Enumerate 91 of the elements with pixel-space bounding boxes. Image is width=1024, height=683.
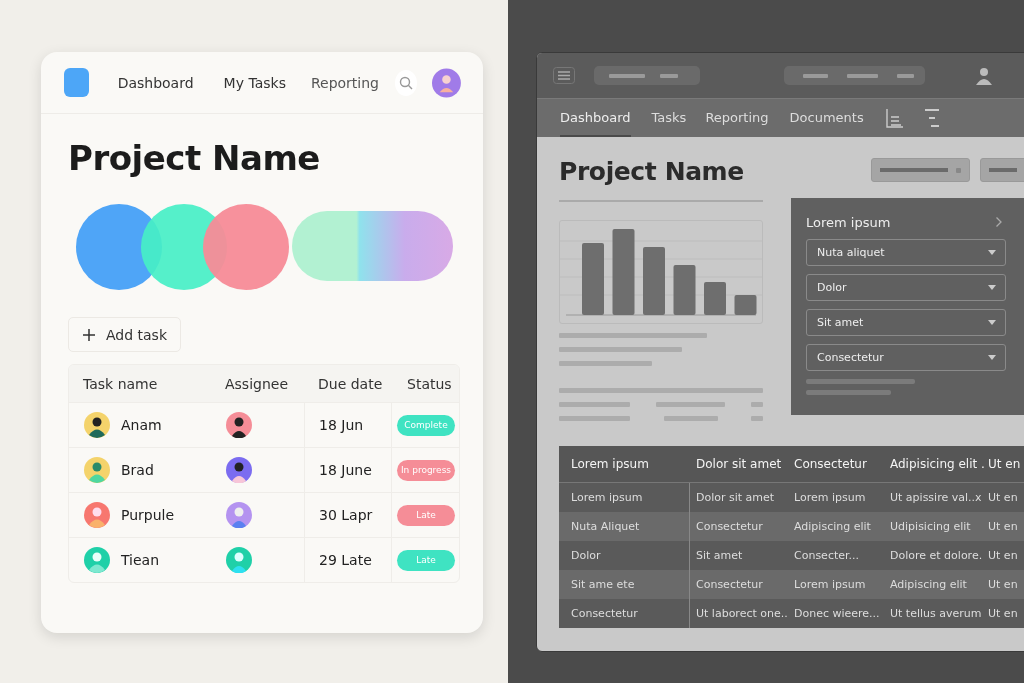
avatar-icon <box>84 457 110 483</box>
chart-bar <box>643 247 665 315</box>
table-cell-text: Sit ame ete <box>570 577 636 593</box>
caret-icon <box>988 320 996 325</box>
task-name: Tiean <box>121 552 160 568</box>
avatar-icon <box>226 502 252 528</box>
task-name: Purpule <box>121 507 175 523</box>
nav-link[interactable]: Dashboard <box>117 74 194 91</box>
text-placeholder <box>559 416 630 421</box>
due-date: 18 Jun <box>319 417 364 433</box>
dropdown[interactable]: Consectetur <box>806 344 1006 371</box>
logo-icon <box>64 68 89 97</box>
placeholder-button[interactable] <box>980 158 1024 182</box>
table-cell-text: Ut tellus averum <box>889 606 983 622</box>
table-cell-text: Consecter... <box>793 548 860 564</box>
table-cell-text: Lorem ipsum <box>793 490 867 506</box>
table-cell-text: Ut en <box>988 519 1019 535</box>
chevron-right-icon[interactable] <box>995 216 1003 228</box>
table-cell-text: Udipisicing elit <box>889 519 972 535</box>
table-cell-text: Ut en <box>988 577 1019 593</box>
text-placeholder <box>656 402 725 407</box>
column-header: Task name <box>82 375 159 392</box>
table-cell-text: Ut apissire val..x <box>889 490 983 506</box>
nav-link[interactable]: Reporting <box>310 74 379 91</box>
dropdown[interactable]: Nuta aliquet <box>806 239 1006 266</box>
user-icon[interactable] <box>975 66 993 85</box>
page-title: Project Name <box>559 157 763 202</box>
task-name: Brad <box>121 462 154 478</box>
chart-icon[interactable] <box>885 108 904 128</box>
avatar-icon <box>226 457 252 483</box>
placeholder-button[interactable] <box>871 158 970 182</box>
column-header: Lorem ipsum <box>570 456 650 472</box>
text-placeholder <box>663 416 718 421</box>
column-header: Status <box>406 375 453 392</box>
filter-icon[interactable] <box>922 108 941 128</box>
search-button[interactable] <box>395 69 418 96</box>
menu-icon[interactable] <box>553 67 575 84</box>
nav-tab[interactable]: Reporting <box>705 99 769 137</box>
table-cell-text: Adipiscing elit <box>889 577 968 593</box>
table-cell-text: Lorem ipsum <box>793 577 867 593</box>
table-cell-text: Ut en <box>988 490 1019 506</box>
table-cell: Ut laborect one.. <box>689 599 788 628</box>
column-header: Dolor sit amet <box>695 456 783 472</box>
dropdown[interactable]: Sit amet <box>806 309 1006 336</box>
plus-icon <box>82 327 96 342</box>
status-badge: Late <box>397 549 455 571</box>
task-name: Anam <box>121 417 162 433</box>
table-cell-text: Lorem ipsum <box>570 490 644 506</box>
column-header: Consectetur <box>793 456 868 472</box>
table-cell-text: Dolor <box>570 548 602 564</box>
add-task-button[interactable]: Add task <box>68 317 182 352</box>
text-placeholder <box>559 402 630 407</box>
column-header: Assignee <box>224 375 290 392</box>
avatar-icon <box>84 502 110 528</box>
caret-icon <box>988 355 996 360</box>
avatar-icon <box>84 412 110 438</box>
nav-tab[interactable]: Documents <box>789 99 864 137</box>
table-cell-text: Ut en <box>988 606 1019 622</box>
nav-link[interactable]: My Tasks <box>223 74 286 91</box>
due-date: 30 Lapr <box>319 507 373 523</box>
chart-bar <box>582 243 604 315</box>
table-cell-text: Consectetur <box>570 606 639 622</box>
table-cell-text: Nuta Aliquet <box>570 519 641 535</box>
avatar-icon <box>84 547 110 573</box>
nav-tab[interactable]: Tasks <box>651 99 687 137</box>
chart-bar <box>734 295 757 315</box>
page-title: Project Name <box>68 138 321 178</box>
panel-title: Lorem ipsum <box>806 214 891 230</box>
table-cell-text: Dolore et dolore. <box>889 548 984 564</box>
table-cell-text: Adipiscing elit <box>793 519 872 535</box>
status-badge: Late <box>397 504 455 526</box>
nav-tab[interactable]: Dashboard <box>560 99 631 137</box>
chart-bar <box>704 282 726 315</box>
status-badge: In progress <box>397 459 455 481</box>
avatar-icon <box>226 412 252 438</box>
table-cell-text: Ut en <box>988 548 1019 564</box>
table-cell-text: Donec wieere... <box>793 606 881 622</box>
text-placeholder <box>751 416 763 421</box>
column-header: Ut en <box>988 456 1022 472</box>
due-date: 18 June <box>319 462 372 478</box>
search-icon <box>399 75 414 90</box>
column-header: Adipisicing elit . <box>889 456 986 472</box>
avatar-icon <box>226 547 252 573</box>
caret-icon <box>988 250 996 255</box>
status-badge: Complete <box>397 414 455 436</box>
due-date: 29 Late <box>319 552 372 568</box>
column-header: Due date <box>317 375 384 392</box>
caret-icon <box>988 285 996 290</box>
chart-bar <box>673 265 696 315</box>
dropdown[interactable]: Dolor <box>806 274 1006 301</box>
text-placeholder <box>751 402 763 407</box>
